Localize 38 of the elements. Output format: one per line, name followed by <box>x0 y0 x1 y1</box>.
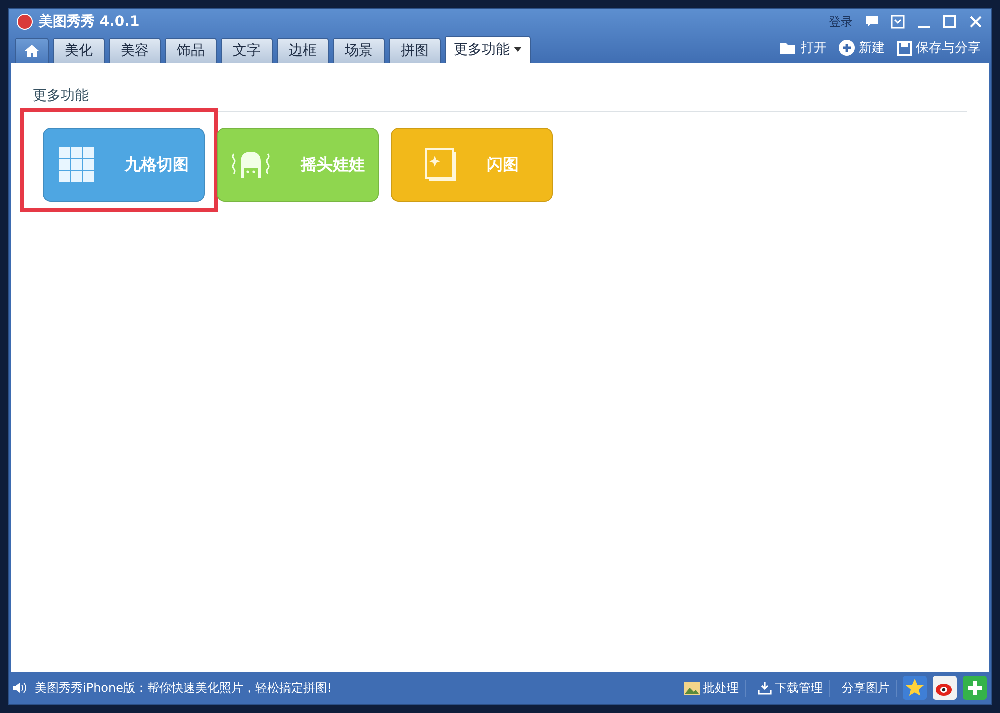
feedback-icon[interactable] <box>865 15 879 29</box>
status-action[interactable]: 分享图片 <box>836 680 897 696</box>
tab[interactable]: 拼图 <box>389 38 441 63</box>
skin-icon[interactable] <box>891 15 905 29</box>
photo-sparkle-icon <box>425 148 457 182</box>
window-title: 美图秀秀 4.0.1 <box>39 13 140 31</box>
doll-face-icon <box>231 150 271 180</box>
tab[interactable]: 美化 <box>53 38 105 63</box>
toolbar-button[interactable]: 保存与分享 <box>893 39 985 63</box>
folder-icon <box>779 41 797 55</box>
toolbar-button[interactable]: 新建 <box>835 39 889 63</box>
status-action[interactable]: 批处理 <box>678 680 746 696</box>
add-icon[interactable] <box>963 676 987 700</box>
home-icon <box>24 44 40 58</box>
section-title: 更多功能 <box>33 63 967 112</box>
home-tab[interactable] <box>15 38 49 63</box>
tab[interactable]: 场景 <box>333 38 385 63</box>
feature-button[interactable]: 九格切图 <box>43 128 205 202</box>
status-message[interactable]: 美图秀秀iPhone版：帮你快速美化照片，轻松搞定拼图! <box>35 680 332 696</box>
toolbar-button[interactable]: 打开 <box>775 39 831 63</box>
save-icon <box>897 40 912 56</box>
caret-icon <box>514 47 522 53</box>
app-logo-icon <box>17 14 33 30</box>
speaker-icon <box>13 682 27 694</box>
close-icon[interactable] <box>969 15 983 29</box>
status-action[interactable]: 下载管理 <box>752 680 830 696</box>
tab[interactable]: 边框 <box>277 38 329 63</box>
maximize-icon[interactable] <box>943 15 957 29</box>
tab[interactable]: 美容 <box>109 38 161 63</box>
eye-logo-icon[interactable] <box>933 676 957 700</box>
tab[interactable]: 文字 <box>221 38 273 63</box>
login-link[interactable]: 登录 <box>829 14 853 30</box>
tab[interactable]: 饰品 <box>165 38 217 63</box>
image-icon <box>684 682 700 694</box>
download-icon <box>758 682 772 694</box>
tab[interactable]: 更多功能 <box>445 36 531 63</box>
plus-circle-icon <box>839 40 855 56</box>
grid-icon <box>59 147 95 183</box>
